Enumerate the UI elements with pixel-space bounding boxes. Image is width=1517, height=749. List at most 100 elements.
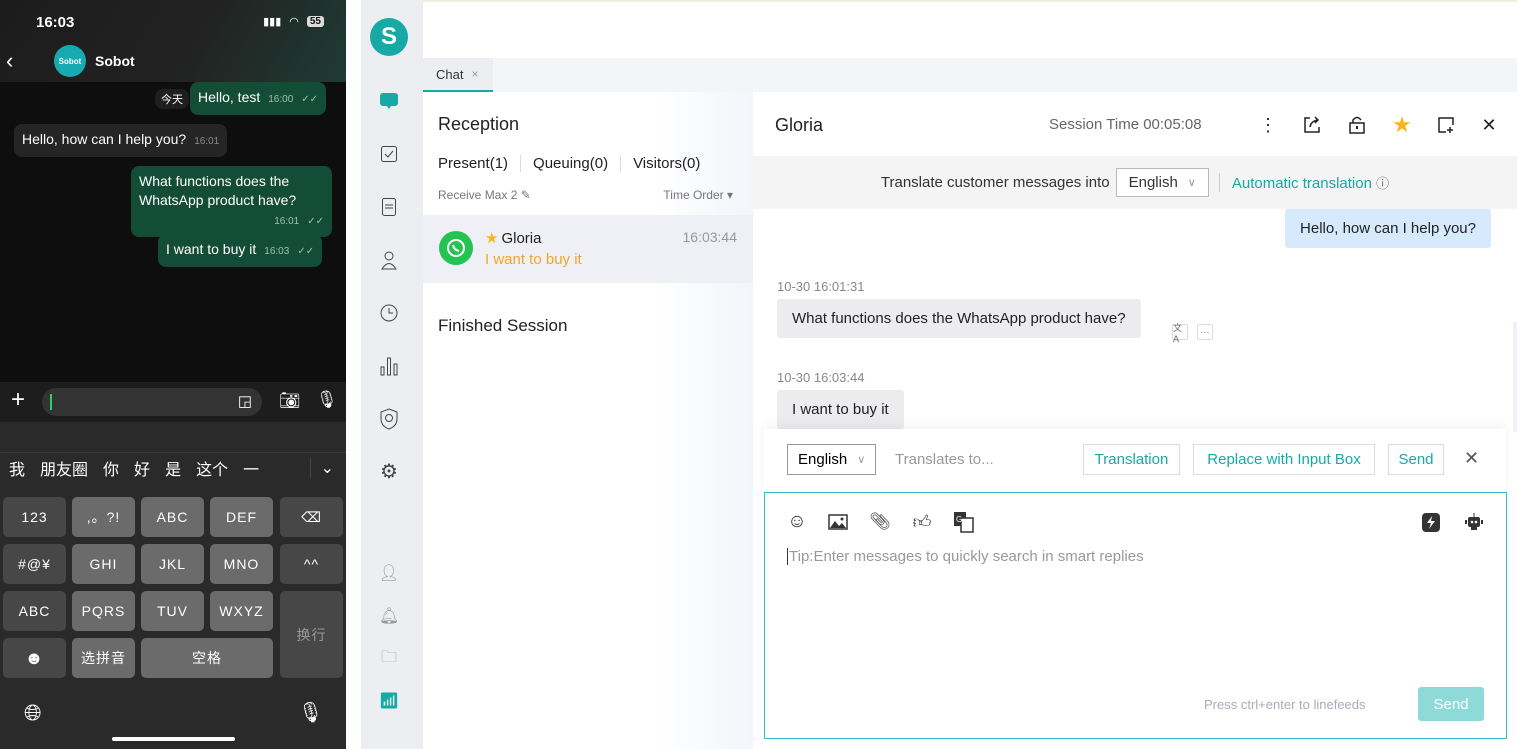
transfer-icon[interactable] xyxy=(1301,114,1323,136)
translate-label: Translate customer messages into xyxy=(880,174,1110,191)
key-tuv[interactable]: TUV xyxy=(141,591,204,631)
key-punct[interactable]: ,。?! xyxy=(72,497,135,537)
candidate[interactable]: 一 xyxy=(243,456,259,480)
target-language-select[interactable]: English ∨ xyxy=(787,444,877,475)
translation-button[interactable]: Translation xyxy=(1083,444,1180,475)
tab-queuing[interactable]: Queuing(0) xyxy=(533,155,622,172)
key-pqrs[interactable]: PQRS xyxy=(72,591,135,631)
agent-status-icon[interactable]: 👤︎ xyxy=(378,562,400,584)
wifi-online-icon[interactable]: 📶︎ xyxy=(378,690,400,712)
replace-with-input-box-button[interactable]: Replace with Input Box xyxy=(1193,444,1375,475)
tab-chat[interactable]: Chat × xyxy=(423,58,493,92)
security-shield-icon[interactable] xyxy=(378,408,400,430)
unlock-icon[interactable] xyxy=(1346,114,1368,136)
tab-present[interactable]: Present(1) xyxy=(438,155,522,172)
send-button[interactable]: Send xyxy=(1418,687,1484,721)
chevron-down-icon[interactable]: ⌄ xyxy=(309,457,334,478)
message-time: 16:00 xyxy=(268,94,294,105)
bell-icon[interactable]: 🔔︎ xyxy=(378,605,400,627)
time-order-dropdown[interactable]: Time Order ▾ xyxy=(663,188,733,202)
task-check-icon[interactable] xyxy=(378,143,400,165)
image-icon[interactable] xyxy=(827,511,849,533)
session-item[interactable]: ★ Gloria I want to buy it 16:03:44 xyxy=(423,215,753,283)
more-vertical-icon[interactable]: ⋮ xyxy=(1257,114,1279,136)
agent-message[interactable]: Hello, how can I help you? xyxy=(1285,209,1491,248)
home-indicator[interactable] xyxy=(112,737,235,741)
phone-input-bar: + ◲ 📷︎ 🎙︎ xyxy=(0,382,346,422)
chat-icon[interactable] xyxy=(378,90,400,112)
translate-icon[interactable]: 文A xyxy=(1172,323,1188,344)
thumbs-up-icon[interactable]: 👍︎ xyxy=(911,511,933,533)
mic-icon[interactable]: 🎙︎ xyxy=(316,390,338,410)
customer-message[interactable]: I want to buy it xyxy=(777,390,904,429)
receive-max[interactable]: Receive Max 2 ✎ xyxy=(438,188,531,202)
message-bubble[interactable]: Hello, how can I help you? 16:01 xyxy=(14,124,228,157)
customer-icon[interactable] xyxy=(378,249,400,271)
scrollbar[interactable] xyxy=(1513,322,1517,432)
globe-icon[interactable]: 🌐︎ xyxy=(24,700,42,726)
editor-placeholder[interactable]: Tip:Enter messages to quickly search in … xyxy=(787,548,1144,565)
translation-send-button[interactable]: Send xyxy=(1388,444,1444,475)
mic-icon[interactable]: 🎙︎ xyxy=(298,700,323,725)
add-window-icon[interactable] xyxy=(1435,114,1457,136)
backspace-icon[interactable]: ⌫ xyxy=(280,497,343,537)
key-ghi[interactable]: GHI xyxy=(72,544,135,584)
message-time: 16:01 xyxy=(274,216,300,227)
attachment-icon[interactable]: 📎︎ xyxy=(869,511,891,533)
close-icon[interactable]: ✕ xyxy=(1478,114,1500,136)
folder-check-icon[interactable]: 🗀 xyxy=(378,648,400,670)
back-icon[interactable]: ‹ xyxy=(6,48,13,74)
close-icon[interactable]: ✕ xyxy=(1464,448,1479,469)
message-bubble[interactable]: Hello, test 16:00 ✓✓ xyxy=(190,82,327,115)
history-clock-icon[interactable] xyxy=(378,302,400,324)
finished-session-header[interactable]: Finished Session xyxy=(438,316,567,336)
key-def[interactable]: DEF xyxy=(210,497,273,537)
candidate[interactable]: 朋友圈 xyxy=(40,456,88,480)
key-emoticon[interactable]: ^^ xyxy=(280,544,343,584)
google-translate-icon[interactable]: G xyxy=(953,511,975,533)
star-icon[interactable]: ★ xyxy=(1391,112,1413,137)
customer-message[interactable]: What functions does the WhatsApp product… xyxy=(777,299,1141,338)
key-abc[interactable]: ABC xyxy=(141,497,204,537)
key-space[interactable]: 空格 xyxy=(141,638,273,678)
candidate[interactable]: 你 xyxy=(103,456,119,480)
avatar[interactable]: Sobot xyxy=(54,45,86,77)
key-symbols[interactable]: #@¥ xyxy=(3,544,66,584)
candidate[interactable]: 我 xyxy=(9,456,25,480)
translate-language-select[interactable]: English ∨ xyxy=(1115,168,1209,197)
key-enter[interactable]: 换行 xyxy=(280,591,343,678)
message-editor[interactable]: ☺ 📎︎ 👍︎ G Tip:Enter messages to quickly … xyxy=(764,492,1507,739)
logo[interactable]: S xyxy=(370,18,408,56)
key-jkl[interactable]: JKL xyxy=(141,544,204,584)
sticker-icon[interactable]: ◲ xyxy=(238,392,252,410)
message-bubble[interactable]: What functions does the WhatsApp product… xyxy=(131,166,332,237)
key-wxyz[interactable]: WXYZ xyxy=(210,591,273,631)
automatic-translation-link[interactable]: Automatic translation ⓘ xyxy=(1218,173,1389,192)
more-horizontal-icon[interactable]: ··· xyxy=(1197,324,1213,340)
statistics-icon[interactable] xyxy=(378,355,400,377)
candidate[interactable]: 是 xyxy=(165,456,181,480)
close-icon[interactable]: × xyxy=(471,67,478,81)
info-icon[interactable]: ⓘ xyxy=(1376,176,1389,191)
plus-icon[interactable]: + xyxy=(11,386,25,414)
camera-icon[interactable]: 📷︎ xyxy=(279,391,301,411)
tab-visitors[interactable]: Visitors(0) xyxy=(633,155,712,172)
robot-icon[interactable] xyxy=(1463,511,1485,533)
quick-reply-lightning-icon[interactable] xyxy=(1420,511,1442,533)
settings-gear-icon[interactable]: ⚙ xyxy=(378,460,400,483)
emoji-icon[interactable]: ☺ xyxy=(786,511,808,533)
document-icon[interactable] xyxy=(378,196,400,218)
key-abc-mode[interactable]: ABC xyxy=(3,591,66,631)
edit-pencil-icon[interactable]: ✎ xyxy=(521,188,531,202)
emoji-icon[interactable]: ☻ xyxy=(3,638,66,678)
contact-name[interactable]: Sobot xyxy=(95,53,135,69)
candidate[interactable]: 这个 xyxy=(196,456,228,480)
key-123[interactable]: 123 xyxy=(3,497,66,537)
translation-input[interactable]: Translates to... xyxy=(895,451,994,468)
key-pinyin[interactable]: 选拼音 xyxy=(72,638,135,678)
message-input[interactable]: ◲ xyxy=(42,388,262,416)
candidate[interactable]: 好 xyxy=(134,456,150,480)
key-mno[interactable]: MNO xyxy=(210,544,273,584)
chevron-down-icon: ∨ xyxy=(857,454,866,466)
message-bubble[interactable]: I want to buy it 16:03 ✓✓ xyxy=(158,234,323,267)
